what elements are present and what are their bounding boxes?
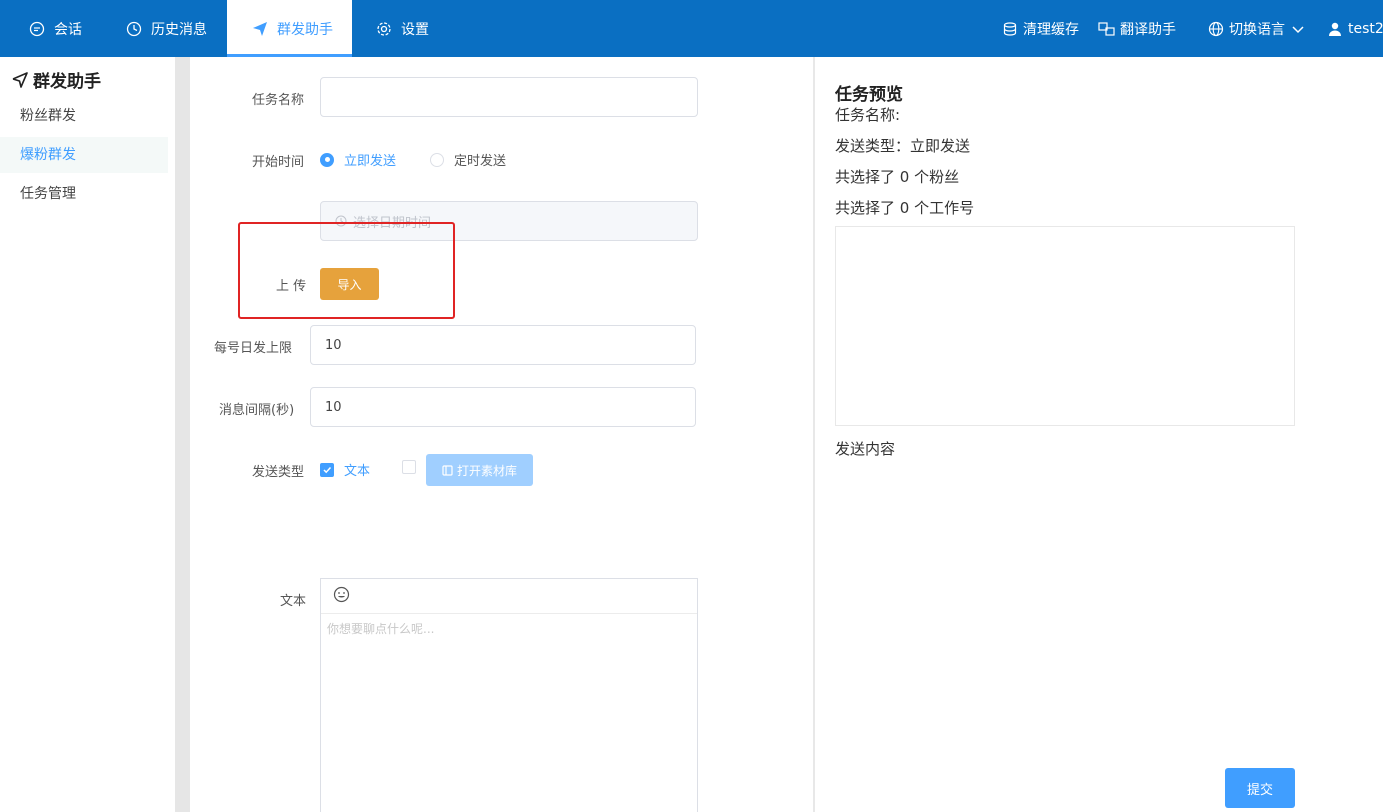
checkbox-text-label: 文本: [344, 464, 371, 479]
import-button[interactable]: 导入: [320, 268, 379, 300]
clock-icon: [335, 215, 347, 227]
nav-item-broadcast[interactable]: 群发助手: [227, 0, 352, 57]
sidebar-item-label: 爆粉群发: [20, 147, 76, 163]
checkbox-box: [320, 462, 334, 477]
nav-item-label: 设置: [401, 21, 429, 38]
daily-limit-value: 10: [325, 337, 342, 353]
open-library-button[interactable]: 打开素材库: [426, 454, 533, 486]
radio-dot: [430, 152, 444, 167]
nav-item-settings[interactable]: 设置: [375, 0, 429, 57]
translate-button[interactable]: 翻译助手: [1098, 0, 1176, 57]
text-editor[interactable]: 你想要聊点什么呢...: [320, 578, 698, 812]
preview-content-label: 发送内容: [835, 440, 896, 458]
preview-task-name: 任务名称:: [835, 106, 901, 124]
nav-item-history[interactable]: 历史消息: [125, 0, 207, 57]
sidebar-item-fans-broadcast[interactable]: 粉丝群发: [0, 98, 168, 134]
submit-button-label: 提交: [1246, 782, 1273, 798]
checkbox-library[interactable]: [402, 460, 426, 474]
nav-item-label: 群发助手: [277, 21, 333, 38]
import-button-label: 导入: [337, 277, 362, 292]
paper-plane-outline-icon: [12, 71, 28, 88]
daily-limit-input[interactable]: 10: [310, 325, 696, 365]
datetime-placeholder: 选择日期时间: [353, 215, 432, 231]
clock-icon: [125, 20, 143, 38]
editor-placeholder: 你想要聊点什么呢...: [327, 622, 435, 636]
sidebar-item-label: 任务管理: [20, 186, 76, 202]
task-name-input[interactable]: [320, 77, 698, 117]
chevron-down-icon: [1289, 20, 1307, 38]
submit-button[interactable]: 提交: [1225, 768, 1295, 808]
daily-limit-label: 每号日发上限: [214, 341, 293, 356]
preview-send-type: 发送类型：立即发送: [835, 137, 971, 155]
folder-icon: [442, 464, 453, 476]
radio-send-now[interactable]: 立即发送: [320, 150, 396, 169]
task-name-label: 任务名称: [252, 93, 305, 108]
start-time-label: 开始时间: [252, 155, 305, 170]
user-menu[interactable]: test2: [1326, 0, 1383, 57]
nav-item-label: 历史消息: [151, 21, 207, 38]
sidebar-item-burst-broadcast[interactable]: 爆粉群发: [0, 137, 168, 173]
preview-accounts-count: 共选择了 0 个工作号: [835, 199, 975, 217]
user-icon: [1326, 20, 1344, 38]
radio-send-now-label: 立即发送: [344, 154, 397, 169]
nav-item-label: 会话: [54, 21, 82, 38]
interval-label: 消息间隔(秒): [219, 403, 295, 418]
sidebar-gutter: [175, 57, 190, 812]
translate-icon: [1098, 20, 1116, 38]
translate-label: 翻译助手: [1120, 21, 1176, 38]
preview-accounts-box: [835, 226, 1295, 426]
datetime-picker[interactable]: 选择日期时间: [320, 201, 698, 241]
emoji-icon[interactable]: [333, 586, 350, 607]
language-label: 切换语言: [1229, 21, 1285, 38]
preview-title: 任务预览: [835, 85, 903, 105]
clear-cache-button[interactable]: 清理缓存: [1001, 0, 1079, 57]
sidebar-item-label: 粉丝群发: [20, 108, 76, 124]
text-label: 文本: [280, 594, 307, 609]
paper-plane-icon: [251, 20, 269, 38]
username: test2: [1348, 20, 1383, 37]
globe-icon: [1207, 20, 1225, 38]
interval-value: 10: [325, 399, 342, 415]
language-switch[interactable]: 切换语言: [1207, 0, 1311, 57]
checkbox-box: [402, 460, 416, 474]
sidebar-title: 群发助手: [12, 67, 101, 92]
top-nav-bar: 会话 历史消息 群发助手 设置 清理缓存 翻译助手 切换语言 test2: [0, 0, 1383, 57]
clear-cache-label: 清理缓存: [1023, 21, 1079, 38]
editor-textarea[interactable]: 你想要聊点什么呢...: [321, 614, 697, 643]
gear-icon: [375, 20, 393, 38]
send-type-label: 发送类型: [252, 465, 305, 480]
radio-dot: [320, 152, 334, 167]
sidebar-item-task-management[interactable]: 任务管理: [0, 176, 168, 212]
sidebar-title-label: 群发助手: [33, 72, 101, 92]
open-library-label: 打开素材库: [456, 463, 517, 478]
nav-item-chat[interactable]: 会话: [28, 0, 82, 57]
checkbox-text[interactable]: 文本: [320, 460, 370, 479]
radio-scheduled[interactable]: 定时发送: [430, 150, 506, 169]
database-icon: [1001, 20, 1019, 38]
editor-toolbar: [321, 579, 697, 614]
chat-bubble-icon: [28, 20, 46, 38]
upload-label: 上 传: [276, 279, 307, 294]
interval-input[interactable]: 10: [310, 387, 696, 427]
sidebar: 群发助手 粉丝群发 爆粉群发 任务管理: [0, 57, 175, 812]
radio-scheduled-label: 定时发送: [454, 154, 507, 169]
preview-fans-count: 共选择了 0 个粉丝: [835, 168, 960, 186]
